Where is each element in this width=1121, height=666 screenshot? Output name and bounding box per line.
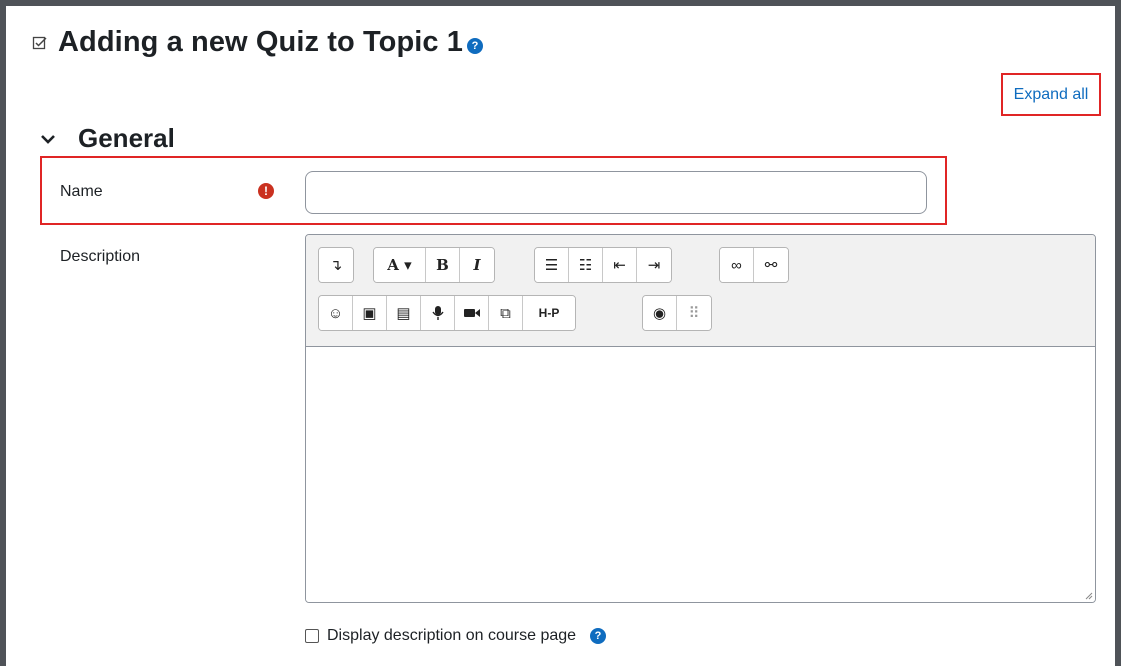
screenreader-helper-icon[interactable]: ⠿ [677, 296, 711, 330]
h5p-icon[interactable]: H-P [523, 296, 575, 330]
toolbar-group-style: A ▾ B I [373, 247, 495, 283]
record-video-icon[interactable] [455, 296, 489, 330]
page-title: Adding a new Quiz to Topic 1 [58, 26, 464, 58]
chevron-down-icon [41, 134, 55, 144]
description-editor: ↴ A ▾ B I ☰ ☷ ⇤ ⇥ ∞ ⚯ ☺ ▣ ▤ ⧉ H-P ◉ ⠿ [305, 234, 1096, 603]
toolbar-group-accessibility: ◉ ⠿ [642, 295, 712, 331]
link-icon[interactable]: ∞ [720, 248, 754, 282]
display-description-label[interactable]: Display description on course page [327, 627, 576, 645]
description-label: Description [60, 248, 141, 265]
emoji-icon[interactable]: ☺ [319, 296, 353, 330]
record-audio-icon[interactable] [421, 296, 455, 330]
toolbar-group-lists: ☰ ☷ ⇤ ⇥ [534, 247, 672, 283]
manage-files-icon[interactable]: ⧉ [489, 296, 523, 330]
editor-toolbar: ↴ A ▾ B I ☰ ☷ ⇤ ⇥ ∞ ⚯ ☺ ▣ ▤ ⧉ H-P ◉ ⠿ [306, 235, 1095, 347]
toolbar-group-links: ∞ ⚯ [719, 247, 789, 283]
display-description-row: Display description on course page ? [305, 627, 607, 645]
unlink-icon[interactable]: ⚯ [754, 248, 788, 282]
image-icon[interactable]: ▣ [353, 296, 387, 330]
section-general-toggle[interactable]: General [38, 123, 175, 154]
toolbar-group-media: ☺ ▣ ▤ ⧉ H-P [318, 295, 576, 331]
name-input[interactable] [305, 171, 927, 214]
toolbar-group-collapse: ↴ [318, 247, 354, 283]
name-label: Name [60, 183, 103, 200]
outdent-icon[interactable]: ⇤ [603, 248, 637, 282]
unordered-list-icon[interactable]: ☰ [535, 248, 569, 282]
display-description-checkbox[interactable] [305, 629, 319, 643]
collapse-toolbar-icon[interactable]: ↴ [319, 248, 353, 282]
accessibility-checker-icon[interactable]: ◉ [643, 296, 677, 330]
media-icon[interactable]: ▤ [387, 296, 421, 330]
question-circle-icon[interactable]: ? [590, 628, 607, 644]
expand-all-link[interactable]: Expand all [1014, 86, 1089, 104]
indent-icon[interactable]: ⇥ [637, 248, 671, 282]
question-circle-icon[interactable]: ? [467, 37, 484, 54]
description-textarea[interactable] [306, 347, 1095, 602]
italic-icon[interactable]: I [460, 248, 494, 282]
exclamation-circle-icon: ! [258, 183, 274, 199]
expand-all-highlight: Expand all [1001, 73, 1101, 116]
bold-icon[interactable]: B [426, 248, 460, 282]
page-header: Adding a new Quiz to Topic 1 ? [32, 26, 484, 59]
resize-grip-icon[interactable] [1083, 590, 1093, 600]
quiz-icon [32, 35, 48, 51]
section-title: General [78, 123, 175, 153]
ordered-list-icon[interactable]: ☷ [569, 248, 603, 282]
font-style-icon[interactable]: A ▾ [374, 248, 426, 282]
